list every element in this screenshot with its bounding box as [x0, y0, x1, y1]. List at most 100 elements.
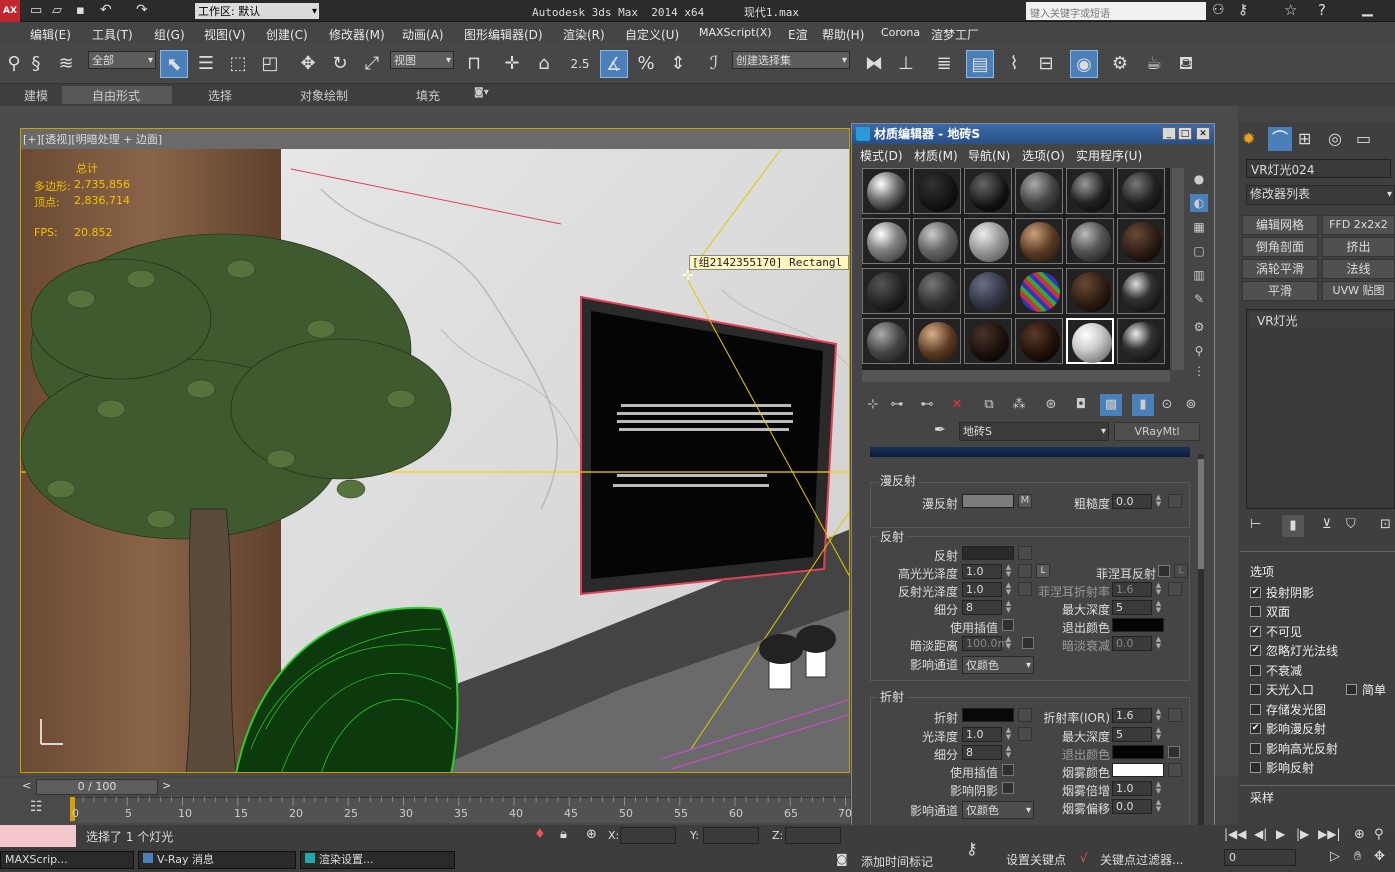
curve-editor-icon[interactable]: ⌇	[1000, 50, 1028, 78]
snap-toggle-icon[interactable]: 2.5	[566, 50, 594, 78]
refract-subdivs-input[interactable]: 8	[962, 745, 1002, 760]
x-coord-field[interactable]	[620, 827, 676, 844]
key-icon[interactable]: ⚷	[1238, 2, 1248, 18]
render-frame-icon[interactable]: ☕	[1140, 50, 1168, 78]
material-name-field[interactable]: 地砖S	[959, 422, 1109, 441]
background-icon[interactable]: ▦	[1190, 218, 1208, 236]
orbit-icon[interactable]: ✥	[1374, 849, 1385, 864]
fog-color-map-slot[interactable]	[1168, 763, 1182, 777]
menu-tools[interactable]: 工具(T)	[92, 26, 133, 43]
keyboard-shortcut-icon[interactable]: ⌂	[530, 50, 558, 78]
select-object-icon[interactable]: ⬉	[160, 50, 188, 78]
add-time-tag[interactable]: 添加时间标记	[861, 853, 933, 870]
z-coord-field[interactable]	[785, 827, 841, 844]
menu-views[interactable]: 视图(V)	[204, 26, 246, 43]
mirror-icon[interactable]: ⧓	[860, 50, 888, 78]
copy-material-icon[interactable]: ⧉	[978, 394, 1000, 416]
zoom-icon[interactable]: ⚲	[1374, 827, 1384, 842]
current-frame-field[interactable]: 0	[1224, 849, 1296, 866]
menu-modifiers[interactable]: 修改器(M)	[329, 26, 385, 43]
menu-corona[interactable]: Corona	[881, 26, 920, 39]
render-setup-icon[interactable]: ⚙	[1106, 50, 1134, 78]
material-slot[interactable]	[964, 168, 1012, 214]
hilight-map-slot[interactable]	[1018, 564, 1032, 578]
configure-sets-icon[interactable]: ⊡	[1380, 517, 1391, 532]
fog-bias-spinner[interactable]: ▲ ▼	[1154, 799, 1163, 814]
menu-edit[interactable]: 编辑(E)	[30, 26, 71, 43]
roughness-map-slot[interactable]	[1168, 494, 1182, 508]
time-config-icon[interactable]: ▷	[1330, 849, 1340, 864]
menu-rendering[interactable]: 渲染(R)	[563, 26, 605, 43]
ref-coord-dropdown[interactable]: 视图	[390, 51, 454, 69]
taskbar-render-setup[interactable]: 渲染设置...	[300, 851, 455, 869]
medit-menu-utilities[interactable]: 实用程序(U)	[1076, 147, 1142, 164]
abs-rel-icon[interactable]: ⊕	[586, 827, 597, 842]
refract-interp-checkbox[interactable]	[1002, 764, 1014, 776]
make-preview-icon[interactable]: ✎	[1190, 290, 1208, 308]
medit-menu-options[interactable]: 选项(O)	[1022, 147, 1065, 164]
fog-bias-input[interactable]: 0.0	[1112, 799, 1152, 814]
maxscript-listener-mini[interactable]	[0, 825, 76, 847]
dim-falloff-input[interactable]: 0.0	[1112, 636, 1152, 651]
prev-frame-icon[interactable]: ◀|	[1254, 827, 1267, 841]
slots-hscroll[interactable]	[862, 370, 1170, 382]
dim-distance-checkbox[interactable]	[1022, 637, 1034, 649]
mini-curve-editor-icon[interactable]: ☷	[30, 799, 43, 815]
next-frame-icon[interactable]: |▶	[1296, 827, 1309, 841]
hilight-lock-button[interactable]: L	[1036, 564, 1050, 578]
mod-button-turbosmooth[interactable]: 涡轮平滑	[1242, 259, 1318, 279]
material-slot[interactable]	[913, 168, 961, 214]
diffuse-color-swatch[interactable]	[962, 494, 1014, 508]
material-slot[interactable]	[1117, 168, 1165, 214]
mod-button-uvw-map[interactable]: UVW 贴图	[1322, 281, 1395, 301]
material-slot[interactable]	[964, 318, 1012, 364]
star-icon[interactable]: ☆	[1284, 1, 1297, 19]
assign-to-selection-icon[interactable]: ⊷	[916, 394, 938, 416]
mod-button-ffd[interactable]: FFD 2x2x2	[1322, 215, 1395, 235]
ribbon-tab-object-paint[interactable]: 对象绘制	[300, 87, 348, 104]
refract-exitcolor-checkbox[interactable]	[1168, 746, 1180, 758]
pin-stack-icon[interactable]: ⊢	[1250, 517, 1261, 532]
ribbon-tab-modeling[interactable]: 建模	[24, 87, 48, 104]
scale-icon[interactable]: ⤢	[358, 50, 386, 78]
unlink-icon[interactable]: §	[22, 50, 50, 78]
fresnel-ior-input[interactable]: 1.6	[1112, 582, 1152, 597]
set-key-icon[interactable]: ⚷	[966, 839, 978, 858]
reflect-gloss-spinner[interactable]: ▲ ▼	[1004, 582, 1013, 597]
material-slot[interactable]	[1066, 218, 1114, 264]
affect-reflections-checkbox[interactable]	[1250, 762, 1261, 773]
menu-xuanmeng[interactable]: 渲梦工厂	[931, 26, 979, 43]
pivot-icon[interactable]: ⊓	[460, 50, 488, 78]
open-icon[interactable]: ▱	[52, 3, 62, 18]
remove-modifier-icon[interactable]: ⛉	[1346, 517, 1356, 532]
menu-graph-editors[interactable]: 图形编辑器(D)	[464, 26, 543, 43]
pan-icon[interactable]: ✋︎	[1354, 849, 1361, 864]
material-slot[interactable]	[1066, 168, 1114, 214]
video-color-icon[interactable]: ▥	[1190, 266, 1208, 284]
edit-named-sel-icon[interactable]: ℐ	[700, 50, 728, 78]
reflect-subdivs-input[interactable]: 8	[962, 600, 1002, 615]
mod-button-smooth[interactable]: 平滑	[1242, 281, 1318, 301]
material-slot[interactable]	[862, 268, 910, 314]
reflect-maxdepth-spinner[interactable]: ▲ ▼	[1154, 600, 1163, 615]
make-unique-stack-icon[interactable]: ⊻	[1322, 517, 1332, 532]
reflect-maxdepth-input[interactable]: 5	[1112, 600, 1152, 615]
reflect-interp-checkbox[interactable]	[1002, 619, 1014, 631]
dim-falloff-spinner[interactable]: ▲ ▼	[1154, 636, 1163, 651]
play-icon[interactable]: ▶	[1276, 827, 1285, 841]
material-slot[interactable]	[964, 268, 1012, 314]
fog-color-swatch[interactable]	[1112, 763, 1164, 777]
select-by-material-icon[interactable]: ⚲	[1190, 342, 1208, 360]
minimize-icon[interactable]: ▁	[1362, 1, 1373, 17]
search-input[interactable]: 键入关键字或短语	[1026, 2, 1206, 20]
window-crossing-icon[interactable]: ◰	[256, 50, 284, 78]
key-mode-icon[interactable]: ⊕	[1354, 827, 1365, 842]
y-coord-field[interactable]	[703, 827, 759, 844]
taskbar-vray-messages[interactable]: V-Ray 消息	[138, 851, 296, 869]
hierarchy-tab-icon[interactable]: ⊞	[1298, 129, 1311, 148]
layer-manager-icon[interactable]: ≣	[930, 50, 958, 78]
material-slot[interactable]	[913, 218, 961, 264]
show-end-result-icon[interactable]: ▮	[1132, 394, 1154, 416]
workspace-dropdown[interactable]: 工作区: 默认	[194, 2, 320, 20]
reflect-map-slot[interactable]	[1018, 546, 1032, 560]
